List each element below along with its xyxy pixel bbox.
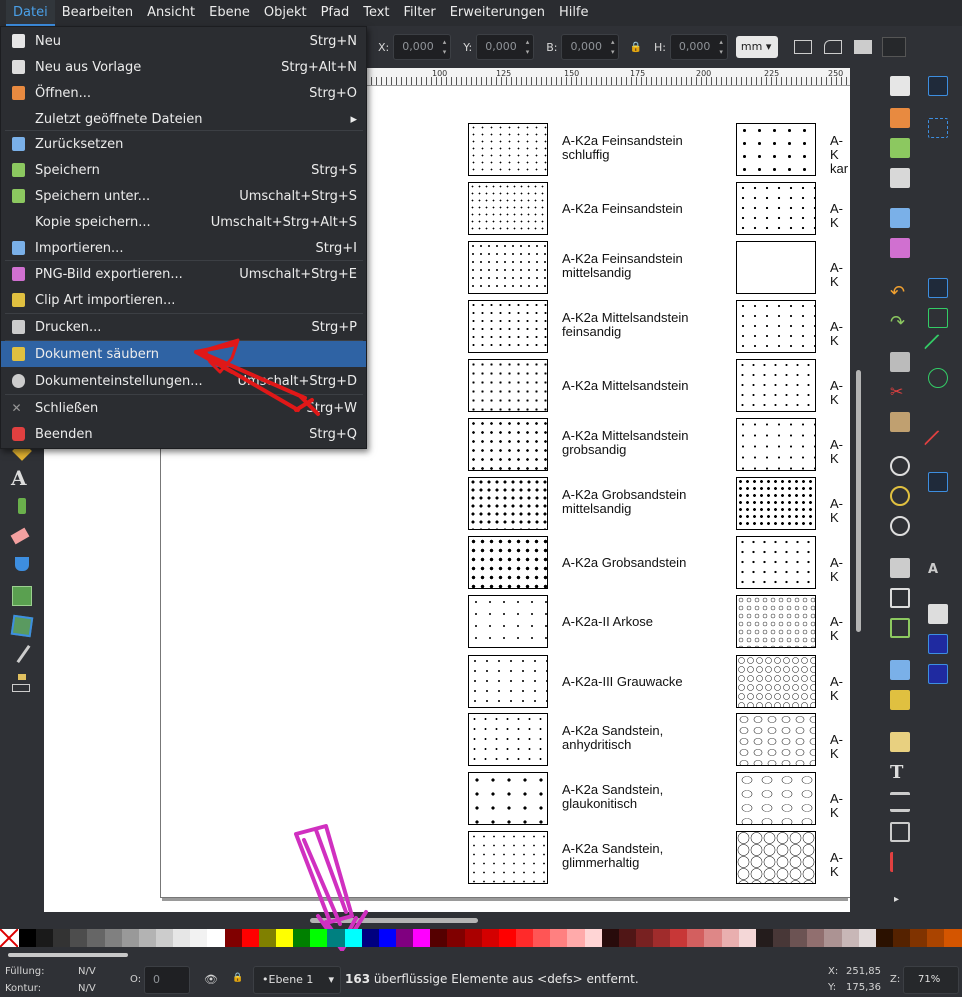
zoom-label: Z: [890,974,901,985]
color-swatch[interactable] [533,929,551,947]
color-swatch[interactable] [224,929,242,947]
color-swatch[interactable] [275,929,294,947]
color-swatch[interactable] [138,929,156,947]
color-swatch[interactable] [207,929,225,947]
status-count: 163 [345,972,371,986]
color-swatch[interactable] [927,929,945,947]
no-paint-swatch[interactable] [0,929,19,947]
fill-label: Füllung: [5,966,45,977]
color-swatch[interactable] [293,929,311,947]
cursor-y-value: 175,36 [846,982,881,993]
color-swatch[interactable] [87,929,105,947]
color-swatch[interactable] [173,929,191,947]
color-swatch[interactable] [70,929,88,947]
opacity-input[interactable]: 0 [144,966,190,994]
color-swatch[interactable] [190,929,208,947]
color-swatch[interactable] [413,929,431,947]
cursor-x-value: 251,85 [846,966,881,977]
color-swatch[interactable] [464,929,482,947]
color-swatch[interactable] [910,929,928,947]
color-swatch[interactable] [584,929,602,947]
color-swatch[interactable] [944,929,962,947]
color-swatch[interactable] [773,929,791,947]
color-swatch[interactable] [704,929,722,947]
color-swatch[interactable] [155,929,174,947]
color-swatch[interactable] [670,929,688,947]
cursor-x-label: X: [828,966,839,977]
color-swatch[interactable] [498,929,516,947]
layer-select[interactable]: •Ebene 1 ▾ [253,966,341,994]
color-swatch[interactable] [841,929,859,947]
color-swatch[interactable] [875,929,894,947]
color-swatch[interactable] [361,929,379,947]
color-swatch[interactable] [395,929,414,947]
color-swatch[interactable] [738,929,756,947]
color-swatch[interactable] [653,929,671,947]
annotation-overlay [194,338,368,952]
eye-icon[interactable]: 👁 [204,973,218,986]
color-swatch[interactable] [824,929,842,947]
status-text: überflüssige Elemente aus <defs> entfern… [370,972,639,986]
color-swatch[interactable] [893,929,911,947]
color-swatch[interactable] [378,929,396,947]
stroke-label: Kontur: [5,983,42,994]
color-swatch[interactable] [344,929,362,947]
color-swatch[interactable] [858,929,876,947]
color-swatch[interactable] [790,929,808,947]
color-swatch[interactable] [36,929,54,947]
color-swatch[interactable] [104,929,122,947]
color-swatch[interactable] [618,929,636,947]
color-swatch[interactable] [721,929,739,947]
red-arrow-annotation [194,338,320,416]
cursor-y-label: Y: [828,982,837,993]
color-swatch[interactable] [310,929,328,947]
opacity-label: O: [130,974,142,985]
color-swatch[interactable] [550,929,568,947]
color-swatch[interactable] [567,929,585,947]
color-swatch[interactable] [807,929,825,947]
palette-scrollbar[interactable] [8,953,128,957]
inkscape-window: Datei Bearbeiten Ansicht Ebene Objekt Pf… [0,0,962,997]
color-swatch[interactable] [515,929,534,947]
fill-value[interactable]: N/V [78,966,96,977]
color-swatch[interactable] [18,929,36,947]
color-swatch[interactable] [755,929,774,947]
color-swatch[interactable] [241,929,259,947]
chevron-down-icon: ▾ [328,973,334,986]
color-swatch[interactable] [635,929,654,947]
layer-name: •Ebene 1 [262,973,314,986]
color-swatch[interactable] [481,929,499,947]
color-swatch[interactable] [430,929,448,947]
color-swatch[interactable] [53,929,71,947]
color-swatch[interactable] [121,929,139,947]
layer-lock-icon[interactable]: 🔒 [232,973,243,983]
color-swatch[interactable] [687,929,705,947]
color-swatch[interactable] [447,929,465,947]
zoom-input[interactable]: 71% [903,966,959,994]
color-swatch[interactable] [327,929,345,947]
color-palette[interactable] [0,929,962,947]
stroke-value[interactable]: N/V [78,983,96,994]
color-swatch[interactable] [601,929,619,947]
color-swatch[interactable] [258,929,276,947]
status-message: 163 überflüssige Elemente aus <defs> ent… [345,972,639,986]
